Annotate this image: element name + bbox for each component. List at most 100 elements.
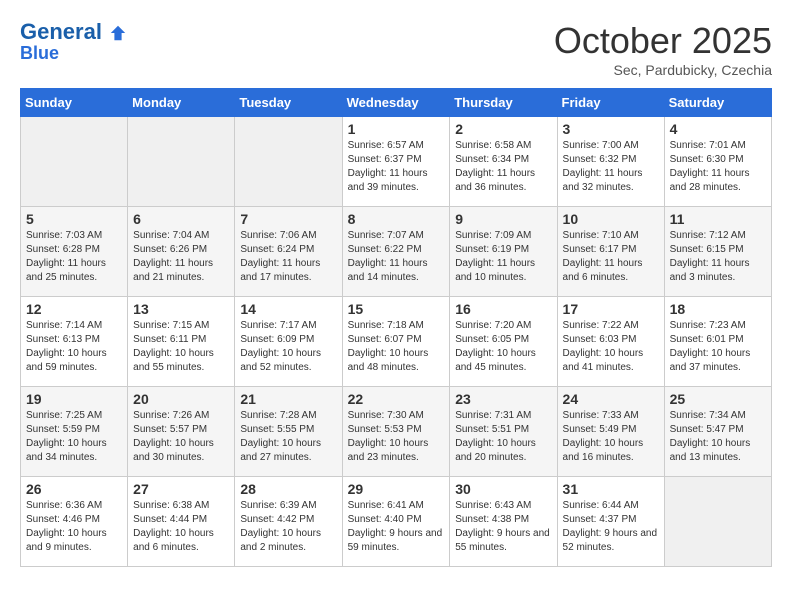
calendar-cell: 19Sunrise: 7:25 AMSunset: 5:59 PMDayligh… [21, 387, 128, 477]
calendar-cell: 6Sunrise: 7:04 AMSunset: 6:26 PMDaylight… [128, 207, 235, 297]
day-number: 31 [563, 481, 659, 497]
calendar-week-row: 12 Sunrise: 7:14 AMSunset: 6:13 PMDayligh… [21, 297, 772, 387]
day-info: Sunrise: 7:30 AMSunset: 5:53 PMDaylight:… [348, 409, 445, 465]
day-info: Sunrise: 6:58 AMSunset: 6:34 PMDaylight:… [455, 139, 551, 195]
day-info: Sunrise: 6:44 AMSunset: 4:37 PMDaylight:… [563, 499, 659, 555]
day-info: Sunrise: 7:17 AMSunset: 6:09 PMDaylight:… [240, 319, 336, 375]
logo-text: General [20, 20, 127, 44]
calendar-cell: 27 Sunrise: 6:38 AMSunset: 4:44 PMDayligh… [128, 477, 235, 567]
calendar-week-row: 5Sunrise: 7:03 AMSunset: 6:28 PMDaylight… [21, 207, 772, 297]
day-number: 12 [26, 301, 122, 317]
calendar-cell: 29Sunrise: 6:41 AMSunset: 4:40 PMDayligh… [342, 477, 450, 567]
day-number: 4 [670, 121, 766, 137]
calendar-cell: 31 Sunrise: 6:44 AMSunset: 4:37 PMDayligh… [557, 477, 664, 567]
calendar-cell: 10 Sunrise: 7:10 AMSunset: 6:17 PMDayligh… [557, 207, 664, 297]
calendar-cell: 25Sunrise: 7:34 AMSunset: 5:47 PMDayligh… [664, 387, 771, 477]
day-number: 13 [133, 301, 229, 317]
calendar-cell: 18 Sunrise: 7:23 AMSunset: 6:01 PMDayligh… [664, 297, 771, 387]
day-number: 18 [670, 301, 766, 317]
day-number: 17 [563, 301, 659, 317]
calendar-week-row: 1 Sunrise: 6:57 AMSunset: 6:37 PMDaylight… [21, 117, 772, 207]
day-info: Sunrise: 6:41 AMSunset: 4:40 PMDaylight:… [348, 499, 445, 555]
calendar-cell: 3 Sunrise: 7:00 AMSunset: 6:32 PMDaylight… [557, 117, 664, 207]
day-info: Sunrise: 7:33 AMSunset: 5:49 PMDaylight:… [563, 409, 659, 465]
day-number: 21 [240, 391, 336, 407]
calendar-cell: 16Sunrise: 7:20 AMSunset: 6:05 PMDayligh… [450, 297, 557, 387]
day-info: Sunrise: 7:10 AMSunset: 6:17 PMDaylight:… [563, 229, 659, 285]
day-info: Sunrise: 7:09 AMSunset: 6:19 PMDaylight:… [455, 229, 551, 285]
day-number: 5 [26, 211, 122, 227]
calendar-week-row: 26 Sunrise: 6:36 AMSunset: 4:46 PMDayligh… [21, 477, 772, 567]
calendar-cell: 17 Sunrise: 7:22 AMSunset: 6:03 PMDayligh… [557, 297, 664, 387]
calendar-cell: 12 Sunrise: 7:14 AMSunset: 6:13 PMDayligh… [21, 297, 128, 387]
weekday-header: Monday [128, 89, 235, 117]
day-info: Sunrise: 7:00 AMSunset: 6:32 PMDaylight:… [563, 139, 659, 195]
calendar-cell [128, 117, 235, 207]
calendar-cell: 11Sunrise: 7:12 AMSunset: 6:15 PMDayligh… [664, 207, 771, 297]
calendar-cell [664, 477, 771, 567]
calendar-cell: 4 Sunrise: 7:01 AMSunset: 6:30 PMDaylight… [664, 117, 771, 207]
calendar-cell [21, 117, 128, 207]
day-info: Sunrise: 7:26 AMSunset: 5:57 PMDaylight:… [133, 409, 229, 465]
day-info: Sunrise: 7:23 AMSunset: 6:01 PMDaylight:… [670, 319, 766, 375]
day-info: Sunrise: 7:12 AMSunset: 6:15 PMDaylight:… [670, 229, 766, 285]
day-info: Sunrise: 7:15 AMSunset: 6:11 PMDaylight:… [133, 319, 229, 375]
day-number: 1 [348, 121, 445, 137]
weekday-header-row: SundayMondayTuesdayWednesdayThursdayFrid… [21, 89, 772, 117]
day-number: 2 [455, 121, 551, 137]
calendar-cell: 15 Sunrise: 7:18 AMSunset: 6:07 PMDayligh… [342, 297, 450, 387]
weekday-header: Friday [557, 89, 664, 117]
calendar-cell: 23 Sunrise: 7:31 AMSunset: 5:51 PMDayligh… [450, 387, 557, 477]
calendar-cell: 5Sunrise: 7:03 AMSunset: 6:28 PMDaylight… [21, 207, 128, 297]
weekday-header: Saturday [664, 89, 771, 117]
day-number: 9 [455, 211, 551, 227]
day-number: 15 [348, 301, 445, 317]
calendar-cell [235, 117, 342, 207]
day-info: Sunrise: 7:14 AMSunset: 6:13 PMDaylight:… [26, 319, 122, 375]
day-info: Sunrise: 6:38 AMSunset: 4:44 PMDaylight:… [133, 499, 229, 555]
day-number: 19 [26, 391, 122, 407]
day-number: 27 [133, 481, 229, 497]
day-number: 30 [455, 481, 551, 497]
day-number: 10 [563, 211, 659, 227]
day-info: Sunrise: 6:39 AMSunset: 4:42 PMDaylight:… [240, 499, 336, 555]
calendar-cell: 24 Sunrise: 7:33 AMSunset: 5:49 PMDayligh… [557, 387, 664, 477]
day-number: 26 [26, 481, 122, 497]
calendar-cell: 30Sunrise: 6:43 AMSunset: 4:38 PMDayligh… [450, 477, 557, 567]
day-info: Sunrise: 7:22 AMSunset: 6:03 PMDaylight:… [563, 319, 659, 375]
calendar-cell: 22 Sunrise: 7:30 AMSunset: 5:53 PMDayligh… [342, 387, 450, 477]
logo: General Blue [20, 20, 127, 64]
day-info: Sunrise: 7:04 AMSunset: 6:26 PMDaylight:… [133, 229, 229, 285]
day-info: Sunrise: 7:18 AMSunset: 6:07 PMDaylight:… [348, 319, 445, 375]
calendar-cell: 28Sunrise: 6:39 AMSunset: 4:42 PMDayligh… [235, 477, 342, 567]
logo-subtext: Blue [20, 44, 127, 64]
day-info: Sunrise: 7:06 AMSunset: 6:24 PMDaylight:… [240, 229, 336, 285]
calendar-cell: 8 Sunrise: 7:07 AMSunset: 6:22 PMDaylight… [342, 207, 450, 297]
title-block: October 2025 Sec, Pardubicky, Czechia [554, 20, 772, 78]
day-number: 23 [455, 391, 551, 407]
calendar-cell: 2 Sunrise: 6:58 AMSunset: 6:34 PMDaylight… [450, 117, 557, 207]
location: Sec, Pardubicky, Czechia [554, 62, 772, 78]
day-info: Sunrise: 7:20 AMSunset: 6:05 PMDaylight:… [455, 319, 551, 375]
calendar-cell: 9 Sunrise: 7:09 AMSunset: 6:19 PMDaylight… [450, 207, 557, 297]
calendar-cell: 1 Sunrise: 6:57 AMSunset: 6:37 PMDaylight… [342, 117, 450, 207]
calendar-cell: 13 Sunrise: 7:15 AMSunset: 6:11 PMDayligh… [128, 297, 235, 387]
weekday-header: Thursday [450, 89, 557, 117]
day-info: Sunrise: 6:36 AMSunset: 4:46 PMDaylight:… [26, 499, 122, 555]
calendar-cell: 26 Sunrise: 6:36 AMSunset: 4:46 PMDayligh… [21, 477, 128, 567]
day-number: 25 [670, 391, 766, 407]
day-info: Sunrise: 7:07 AMSunset: 6:22 PMDaylight:… [348, 229, 445, 285]
day-number: 8 [348, 211, 445, 227]
day-number: 14 [240, 301, 336, 317]
day-info: Sunrise: 7:01 AMSunset: 6:30 PMDaylight:… [670, 139, 766, 195]
day-number: 24 [563, 391, 659, 407]
day-number: 20 [133, 391, 229, 407]
calendar-cell: 21Sunrise: 7:28 AMSunset: 5:55 PMDayligh… [235, 387, 342, 477]
day-info: Sunrise: 6:57 AMSunset: 6:37 PMDaylight:… [348, 139, 445, 195]
weekday-header: Sunday [21, 89, 128, 117]
page-header: General Blue October 2025 Sec, Pardubick… [20, 20, 772, 78]
day-info: Sunrise: 7:31 AMSunset: 5:51 PMDaylight:… [455, 409, 551, 465]
day-number: 22 [348, 391, 445, 407]
month-title: October 2025 [554, 20, 772, 62]
day-number: 3 [563, 121, 659, 137]
